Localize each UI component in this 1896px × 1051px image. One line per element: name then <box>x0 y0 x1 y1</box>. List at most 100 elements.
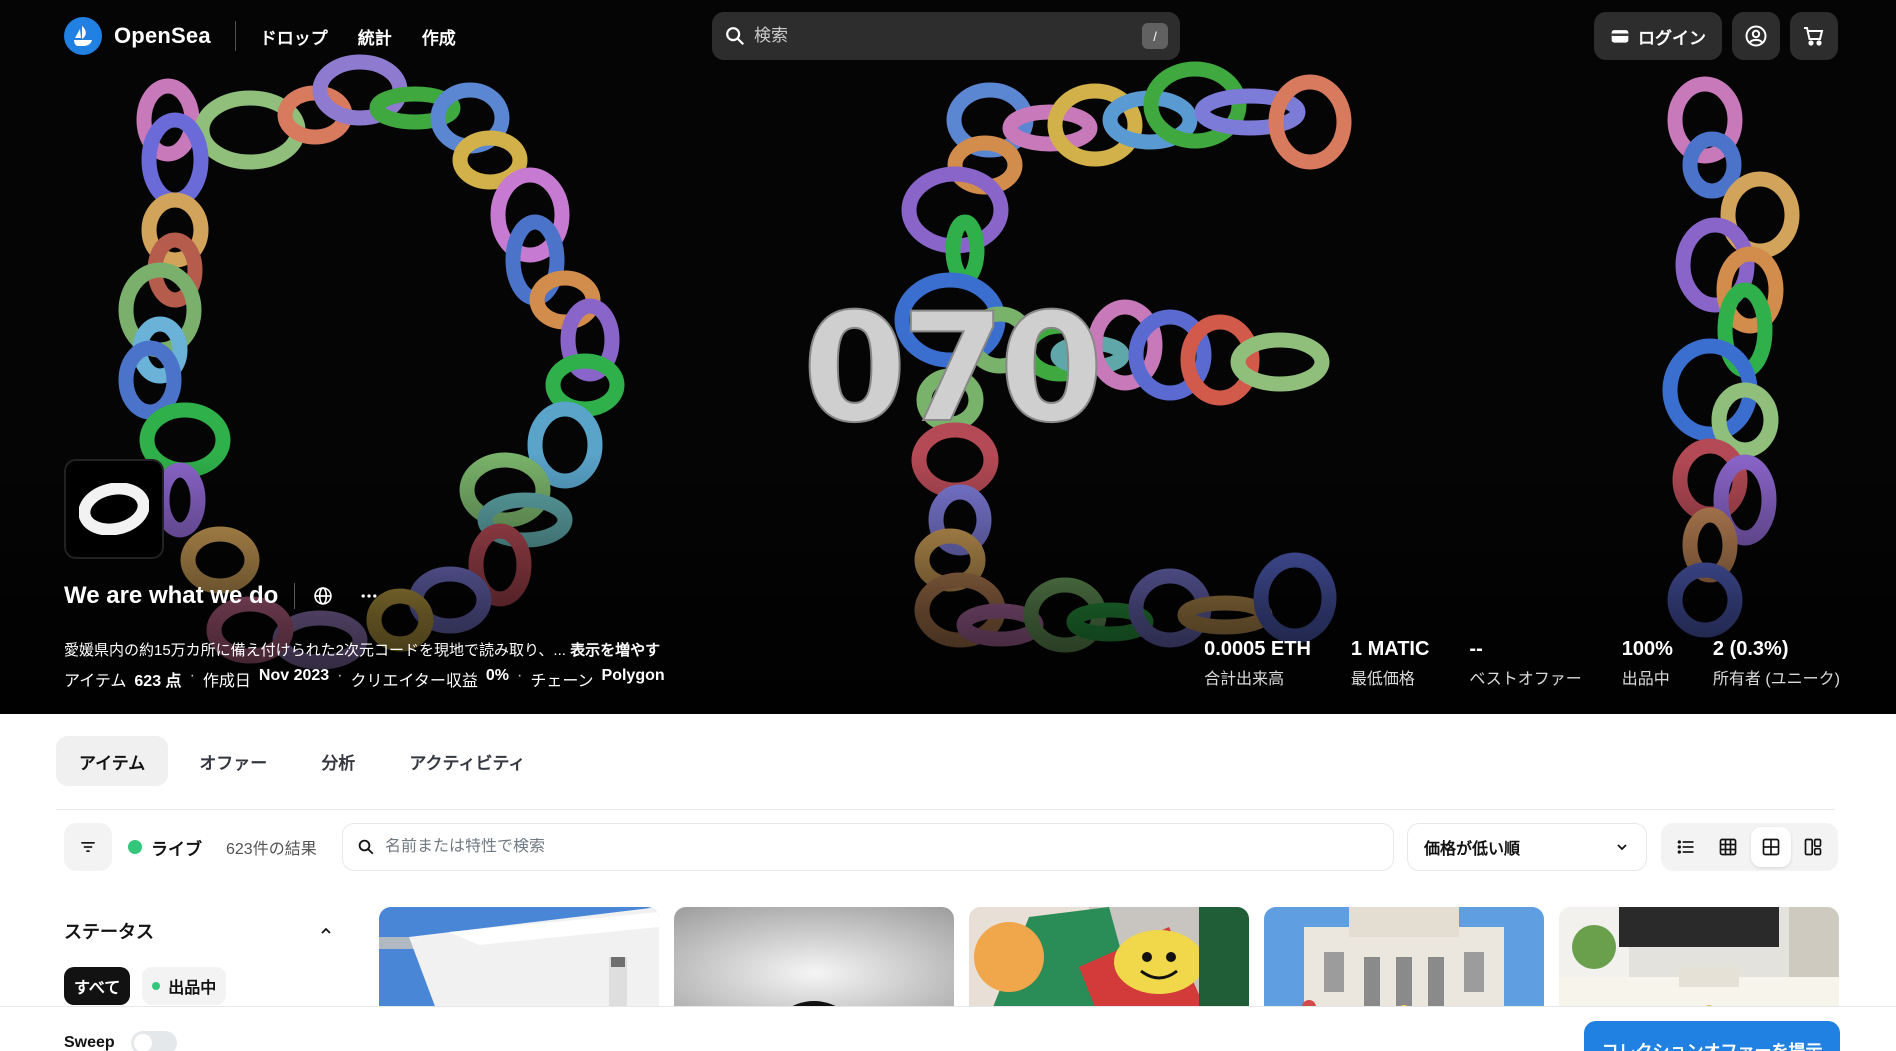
cart-button[interactable] <box>1790 12 1838 60</box>
nav-link-drops[interactable]: ドロップ <box>260 24 328 49</box>
user-circle-icon <box>1745 25 1767 47</box>
nft-image <box>1264 907 1544 1017</box>
cart-icon <box>1804 27 1824 46</box>
view-list-button[interactable] <box>1666 827 1706 867</box>
profile-button[interactable] <box>1732 12 1780 60</box>
nft-card[interactable] <box>379 907 659 1017</box>
login-button[interactable]: ログイン <box>1594 12 1722 60</box>
website-button[interactable] <box>311 584 335 608</box>
stat-label: 出品中 <box>1621 671 1670 688</box>
bottom-action-bar: Sweep コレクションオファーを提示 <box>0 1006 1896 1051</box>
masonry-icon <box>1804 838 1822 856</box>
collection-title: We are what we do <box>64 582 279 609</box>
tabs-divider <box>56 809 1834 810</box>
ellipsis-icon <box>361 594 377 598</box>
item-search-input[interactable] <box>385 838 1379 856</box>
live-label: ライブ <box>151 839 202 859</box>
tab-activity[interactable]: アクティビティ <box>386 736 548 786</box>
nft-card[interactable] <box>1264 907 1544 1017</box>
stat-label: 最低価格 <box>1350 671 1415 688</box>
nft-image <box>1559 907 1839 1017</box>
stat-value: 100% <box>1621 638 1673 660</box>
status-filter-header[interactable]: ステータス <box>64 918 334 944</box>
stat-label: ベストオファー <box>1469 671 1582 688</box>
royalty-label: クリエイター収益 <box>350 673 478 690</box>
stat-owners: 2 (0.3%) 所有者 (ユニーク) <box>1713 638 1840 689</box>
stat-value: 0.0005 ETH <box>1204 638 1311 660</box>
global-search[interactable]: / <box>712 12 1180 60</box>
sweep-label: Sweep <box>64 1034 115 1051</box>
stat-value: -- <box>1469 638 1483 660</box>
search-icon <box>358 839 374 855</box>
nav-link-stats[interactable]: 統計 <box>358 24 392 49</box>
status-chip-all[interactable]: すべて <box>64 967 131 1005</box>
sort-dropdown[interactable]: 価格が低い順 <box>1407 823 1647 871</box>
live-dot-icon <box>128 840 142 854</box>
stat-listed: 100% 出品中 <box>1622 638 1673 689</box>
ring-logo-icon <box>79 483 149 535</box>
banner-numeral: 070 <box>802 282 1097 456</box>
status-chips: すべて 出品中 <box>64 967 227 1005</box>
login-label: ログイン <box>1638 28 1706 48</box>
brand[interactable]: OpenSea <box>64 17 211 55</box>
collection-description: 愛媛県内の約15万カ所に備え付けられた2次元コードを現地で読み取り、... 表示… <box>64 639 660 660</box>
results-count: 623件の結果 <box>226 841 317 858</box>
small-grid-icon <box>1720 838 1737 856</box>
nft-card[interactable] <box>1559 907 1839 1017</box>
collection-title-row: We are what we do <box>64 582 403 610</box>
filter-icon <box>81 842 95 852</box>
items-value: 623 点 <box>134 673 182 690</box>
stat-label: 合計出来高 <box>1204 671 1285 688</box>
royalty-value: 0% <box>485 667 509 684</box>
description-text: 愛媛県内の約15万カ所に備え付けられた2次元コードを現地で読み取り、... <box>64 642 566 659</box>
meta-separator: · <box>337 667 343 684</box>
view-large-grid-button[interactable] <box>1750 827 1791 867</box>
opensea-logo-icon <box>64 17 102 55</box>
status-chip-listed[interactable]: 出品中 <box>142 967 227 1005</box>
view-masonry-button[interactable] <box>1793 827 1833 867</box>
stat-value: 1 MATIC <box>1350 638 1430 660</box>
stat-label: 所有者 (ユニーク) <box>1712 671 1840 688</box>
more-options-button[interactable] <box>357 584 381 608</box>
tab-items[interactable]: アイテム <box>56 736 169 786</box>
status-heading: ステータス <box>64 922 154 942</box>
collection-offer-button[interactable]: コレクションオファーを提示 <box>1584 1021 1840 1051</box>
title-divider <box>294 583 296 609</box>
nft-card[interactable] <box>969 907 1249 1017</box>
wallet-icon <box>1611 30 1629 43</box>
show-more-link[interactable]: 表示を増やす <box>570 642 660 659</box>
sweep-toggle[interactable] <box>130 1031 177 1051</box>
nav-link-create[interactable]: 作成 <box>422 24 456 49</box>
stat-total-volume: 0.0005 ETH 合計出来高 <box>1204 638 1311 689</box>
view-small-grid-button[interactable] <box>1708 827 1748 867</box>
tab-offers[interactable]: オファー <box>176 736 290 786</box>
nft-image <box>379 907 659 1017</box>
tab-analytics[interactable]: 分析 <box>298 736 378 786</box>
large-grid-icon <box>1762 838 1779 856</box>
list-view-icon <box>1677 840 1694 854</box>
chevron-down-icon <box>1617 844 1627 851</box>
collection-tabs: アイテム オファー 分析 アクティビティ <box>56 736 548 786</box>
created-label: 作成日 <box>202 673 251 690</box>
search-icon <box>726 27 745 46</box>
live-indicator: ライブ <box>128 835 202 860</box>
chevron-up-icon <box>321 927 331 934</box>
meta-separator: · <box>189 667 195 684</box>
collection-avatar <box>64 459 164 559</box>
brand-name: OpenSea <box>114 23 211 48</box>
item-search[interactable] <box>342 823 1394 871</box>
global-search-input[interactable] <box>754 26 1142 46</box>
items-toolbar: ライブ 623件の結果 価格が低い順 <box>64 823 1838 871</box>
filter-toggle-button[interactable] <box>64 823 112 871</box>
collection-stats: 0.0005 ETH 合計出来高 1 MATIC 最低価格 -- ベストオファー… <box>1204 638 1840 689</box>
nav-actions: ログイン <box>1594 12 1838 60</box>
stat-value: 2 (0.3%) <box>1712 638 1789 660</box>
search-shortcut-key: / <box>1142 23 1168 49</box>
sweep-control: Sweep <box>64 1031 177 1051</box>
nft-card[interactable] <box>674 907 954 1017</box>
stat-floor-price: 1 MATIC 最低価格 <box>1351 638 1430 689</box>
chain-value: Polygon <box>601 667 665 684</box>
globe-icon <box>314 587 333 605</box>
meta-separator: · <box>517 667 523 684</box>
stat-best-offer: -- ベストオファー <box>1469 638 1581 689</box>
